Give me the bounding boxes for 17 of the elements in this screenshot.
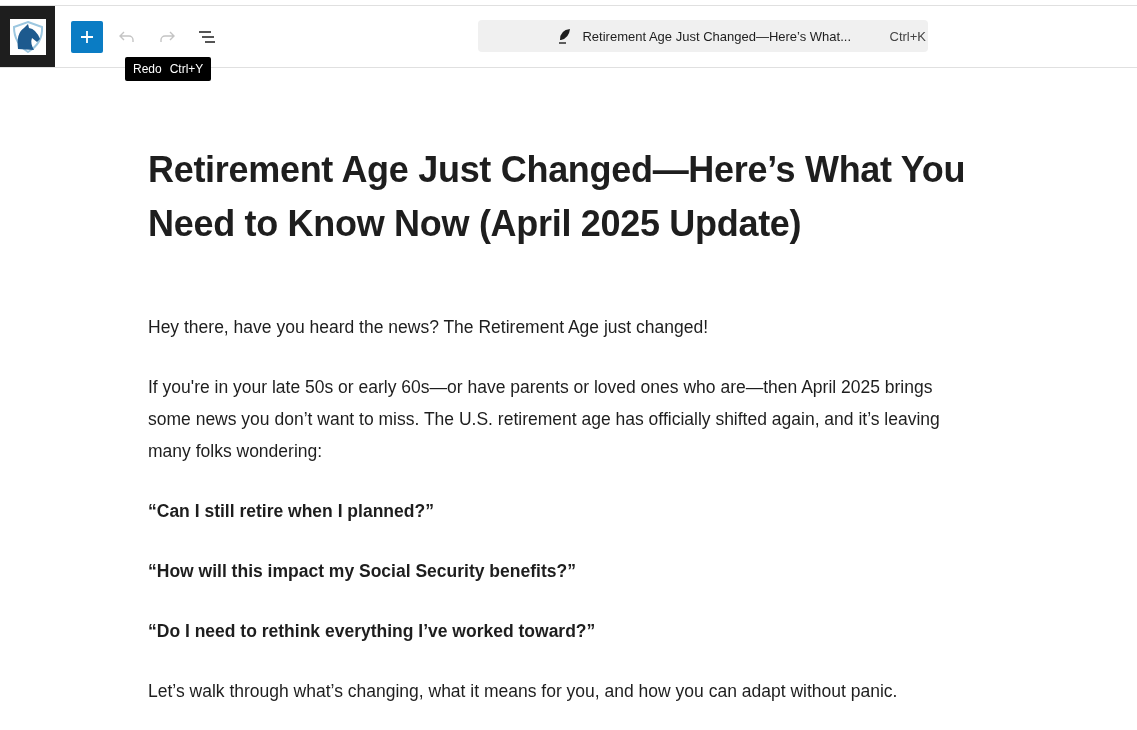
plus-icon bbox=[80, 29, 94, 44]
paragraph[interactable]: Let’s walk through what’s changing, what it means for you, and how you can adapt without panic. bbox=[148, 675, 978, 707]
shortcut-hint: Ctrl+K bbox=[889, 28, 927, 44]
tooltip-label: Redo bbox=[133, 62, 162, 76]
add-block-button[interactable] bbox=[71, 20, 103, 53]
feather-icon bbox=[556, 27, 573, 45]
paragraph[interactable]: “How will this impact my Social Security benefits?” bbox=[148, 555, 978, 587]
paragraph[interactable]: Hey there, have you heard the news? The Retirement Age just changed! bbox=[148, 311, 978, 343]
tooltip-shortcut: Ctrl+Y bbox=[169, 62, 204, 76]
paragraph[interactable]: “Can I still retire when I planned?” bbox=[148, 495, 978, 527]
command-bar[interactable]: Retirement Age Just Changed—Here’s What... Ctrl+K bbox=[478, 20, 928, 52]
post-title[interactable]: Retirement Age Just Changed—Here’s What You Need to Know Now (April 2025 Update) bbox=[148, 143, 978, 251]
paragraph[interactable]: If you're in your late 50s or early 60s—or have parents or loved ones who are—then April 2025 brings some news you don’t want to miss. The U.S. retirement age has officially shifted again, and it’s leaving many folks wondering: bbox=[148, 371, 978, 467]
site-logo[interactable] bbox=[0, 6, 55, 67]
paragraph[interactable]: “Do I need to rethink everything I’ve worked toward?” bbox=[148, 615, 978, 647]
document-title: Retirement Age Just Changed—Here’s What... bbox=[582, 28, 852, 44]
horse-logo-icon bbox=[9, 18, 46, 55]
